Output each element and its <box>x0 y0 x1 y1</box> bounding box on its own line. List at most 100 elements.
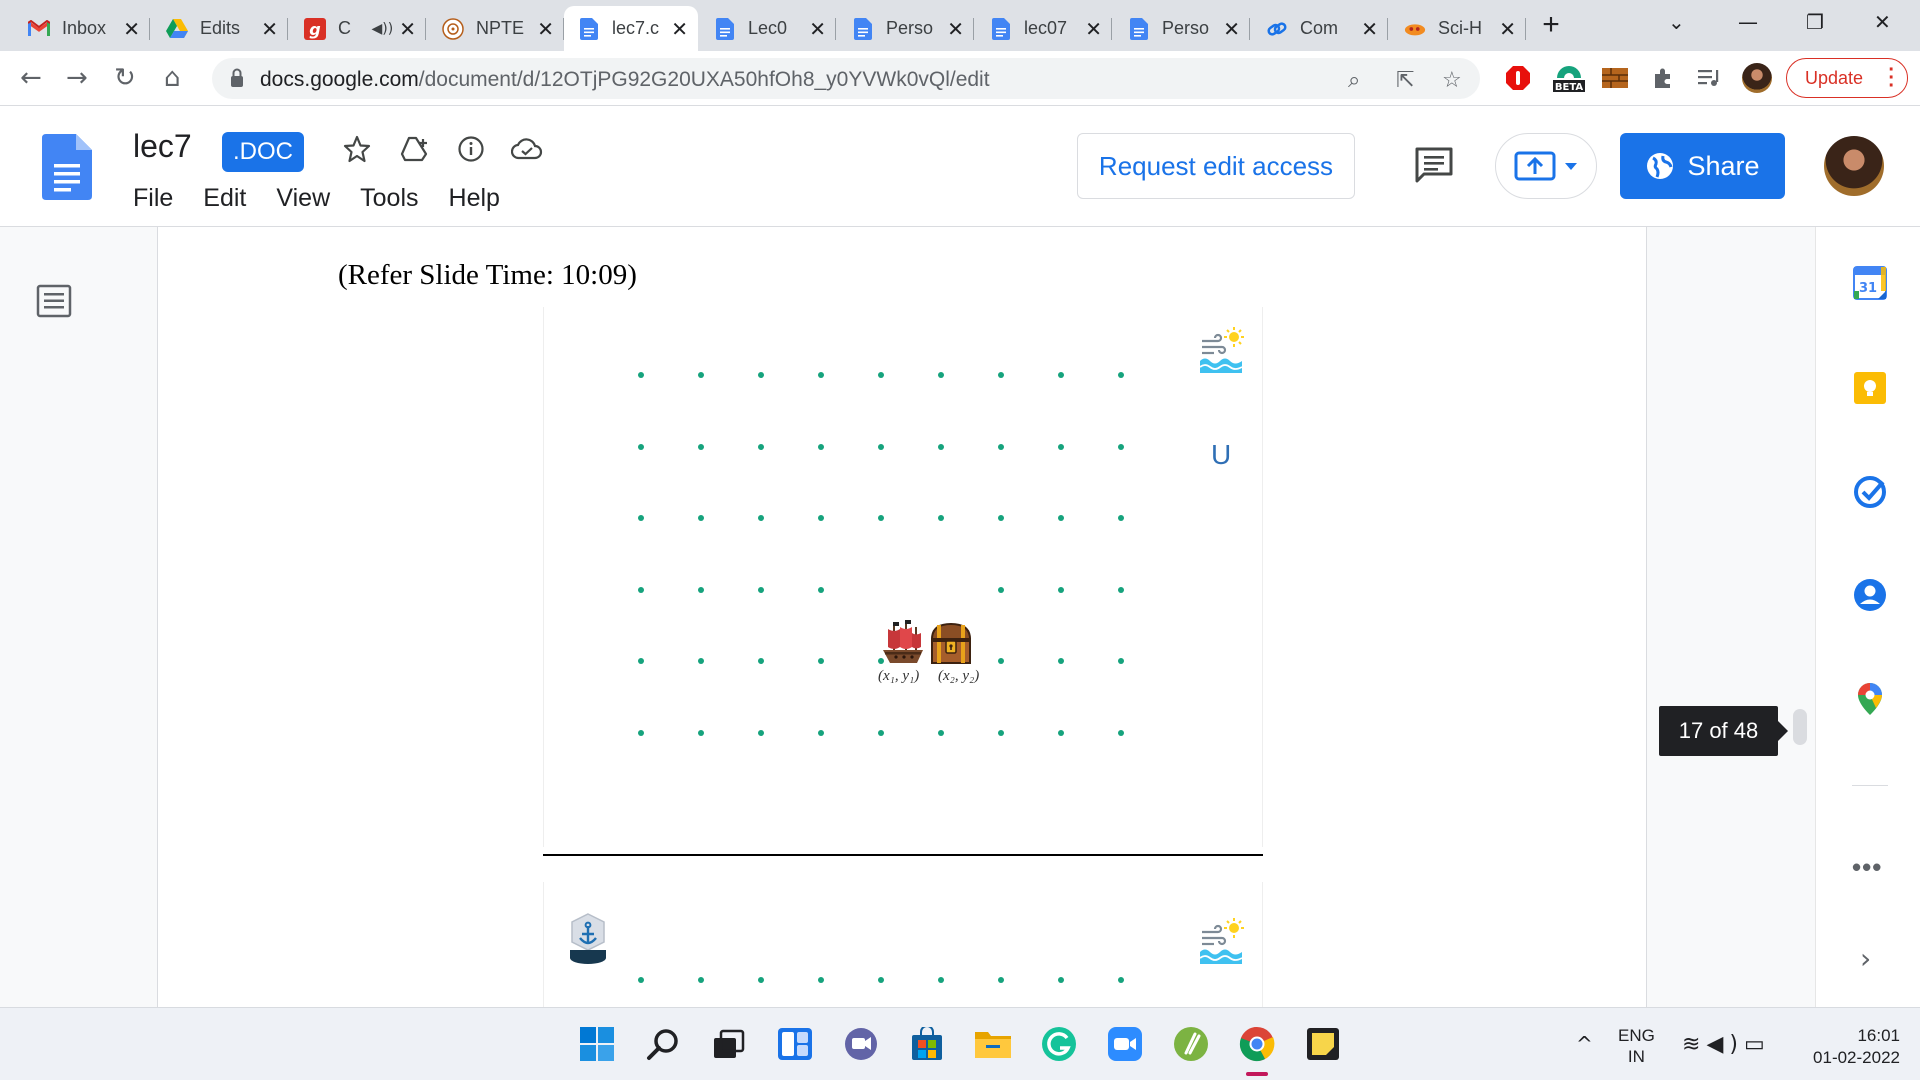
tab-nptel[interactable]: NPTE ✕ <box>428 6 564 51</box>
menu-edit[interactable]: Edit <box>203 184 246 213</box>
extensions-puzzle-icon[interactable] <box>1648 63 1678 93</box>
google-tasks-icon[interactable] <box>1852 474 1888 510</box>
anchor-compass-icon <box>570 913 606 964</box>
green-app-icon[interactable] <box>1172 1025 1210 1063</box>
restore-button[interactable]: ❐ <box>1806 10 1824 34</box>
teams-chat-icon[interactable] <box>842 1025 880 1063</box>
close-icon[interactable]: ✕ <box>671 17 688 41</box>
minimize-button[interactable]: — <box>1738 10 1758 34</box>
close-icon[interactable]: ✕ <box>537 17 554 41</box>
show-hidden-icons-chevron-icon[interactable]: ^ <box>1576 1032 1593 1056</box>
home-button[interactable]: ⌂ <box>164 63 181 93</box>
document-title[interactable]: lec7 <box>133 128 192 165</box>
document-outline-icon[interactable] <box>36 283 72 319</box>
google-keep-icon[interactable] <box>1852 370 1888 406</box>
grid-dot <box>698 729 704 736</box>
battery-icon[interactable]: ▭ <box>1744 1032 1771 1057</box>
bookmark-star-icon[interactable]: ☆ <box>1442 68 1462 93</box>
cloud-saved-icon[interactable] <box>510 132 544 166</box>
reading-list-icon[interactable] <box>1694 63 1724 93</box>
update-button[interactable]: Update · · · <box>1786 58 1908 98</box>
dropdown-arrow-icon[interactable] <box>1564 161 1578 171</box>
comments-icon[interactable] <box>1414 146 1454 186</box>
input-language-indicator[interactable]: ENG IN <box>1618 1025 1655 1067</box>
forward-button[interactable]: → <box>66 63 88 93</box>
chrome-icon[interactable] <box>1238 1025 1276 1063</box>
volume-icon[interactable]: ◀) <box>1706 1032 1744 1057</box>
expand-panel-chevron-icon[interactable]: › <box>1860 942 1871 975</box>
share-page-icon[interactable]: ⇱ <box>1396 68 1414 93</box>
grid-dot <box>1118 443 1124 450</box>
menu-file[interactable]: File <box>133 184 173 213</box>
adblock-icon[interactable] <box>1503 63 1533 93</box>
wifi-icon[interactable]: ≋ <box>1682 1032 1706 1057</box>
svg-text:31: 31 <box>1859 281 1877 296</box>
lock-icon[interactable] <box>230 68 244 88</box>
speaker-icon[interactable]: ◀)) <box>372 21 394 37</box>
close-icon[interactable]: ✕ <box>261 17 278 41</box>
star-icon[interactable] <box>340 132 374 166</box>
reload-button[interactable]: ↻ <box>114 63 136 93</box>
tab-perso-1[interactable]: Perso ✕ <box>838 6 974 51</box>
system-tray-icons[interactable]: ≋◀)▭ <box>1682 1032 1771 1057</box>
zoom-icon[interactable] <box>1106 1025 1144 1063</box>
back-button[interactable]: ← <box>20 63 42 93</box>
system-clock[interactable]: 16:01 01-02-2022 <box>1800 1025 1900 1069</box>
sticky-notes-icon[interactable] <box>1304 1025 1342 1063</box>
brick-extension-icon[interactable] <box>1600 63 1630 93</box>
grammarly-icon[interactable] <box>1040 1025 1078 1063</box>
menu-help[interactable]: Help <box>449 184 500 213</box>
extension-beta-icon[interactable]: BETA <box>1549 63 1589 93</box>
tab-sci-hub[interactable]: Sci-H ✕ <box>1390 6 1526 51</box>
tab-lec7-active[interactable]: lec7.c ✕ <box>564 6 698 51</box>
menu-tools[interactable]: Tools <box>360 184 418 213</box>
close-icon[interactable]: ✕ <box>947 17 964 41</box>
close-window-button[interactable]: ✕ <box>1874 10 1891 34</box>
close-icon[interactable]: ✕ <box>1361 17 1378 41</box>
tab-inbox[interactable]: Inbox ✕ <box>14 6 150 51</box>
file-explorer-icon[interactable] <box>974 1025 1012 1063</box>
profile-avatar[interactable] <box>1742 63 1772 93</box>
kebab-menu-icon[interactable]: · · · <box>1888 60 1895 96</box>
present-button[interactable] <box>1495 133 1597 199</box>
microsoft-store-icon[interactable] <box>908 1025 946 1063</box>
menu-view[interactable]: View <box>276 184 330 213</box>
google-docs-logo-icon[interactable] <box>42 134 92 200</box>
globe-icon <box>1647 153 1674 179</box>
google-maps-icon[interactable] <box>1852 681 1888 717</box>
close-icon[interactable]: ✕ <box>1085 17 1102 41</box>
grid-dot <box>698 977 704 983</box>
request-edit-access-button[interactable]: Request edit access <box>1077 133 1355 199</box>
search-icon[interactable] <box>644 1025 682 1063</box>
close-icon[interactable]: ✕ <box>123 17 140 41</box>
close-icon[interactable]: ✕ <box>1499 17 1516 41</box>
tab-search-chevron-icon[interactable]: ⌄ <box>1668 10 1685 34</box>
tab-grammarly[interactable]: g C ◀)) ✕ <box>290 6 426 51</box>
new-tab-button[interactable]: + <box>1536 10 1566 40</box>
move-to-drive-icon[interactable] <box>398 132 432 166</box>
google-calendar-icon[interactable]: 31 <box>1852 265 1888 301</box>
account-avatar[interactable] <box>1824 136 1884 196</box>
windows-start-icon[interactable] <box>578 1025 616 1063</box>
grid-dot <box>1118 586 1124 593</box>
tab-lec07[interactable]: lec07 ✕ <box>976 6 1112 51</box>
contacts-icon[interactable] <box>1852 577 1888 613</box>
tab-edits[interactable]: Edits ✕ <box>152 6 288 51</box>
share-button[interactable]: Share <box>1620 133 1785 199</box>
close-icon[interactable]: ✕ <box>399 17 416 41</box>
close-icon[interactable]: ✕ <box>809 17 826 41</box>
tab-perso-2[interactable]: Perso ✕ <box>1114 6 1250 51</box>
tab-com[interactable]: Com ✕ <box>1252 6 1388 51</box>
more-options-icon[interactable]: ••• <box>1852 852 1882 883</box>
zoom-icon[interactable]: ⌕ <box>1348 68 1360 93</box>
tab-lec0[interactable]: Lec0 ✕ <box>700 6 836 51</box>
grid-dot <box>638 658 644 664</box>
info-icon[interactable] <box>454 132 488 166</box>
task-view-icon[interactable] <box>710 1025 748 1063</box>
menu-bar: File Edit View Tools Help <box>133 184 530 213</box>
scrollbar-thumb[interactable] <box>1793 709 1807 745</box>
grid-dot <box>938 515 944 521</box>
close-icon[interactable]: ✕ <box>1223 17 1240 41</box>
widgets-icon[interactable] <box>776 1025 814 1063</box>
address-bar[interactable]: docs.google.com/document/d/12OTjPG92G20U… <box>212 58 1480 99</box>
